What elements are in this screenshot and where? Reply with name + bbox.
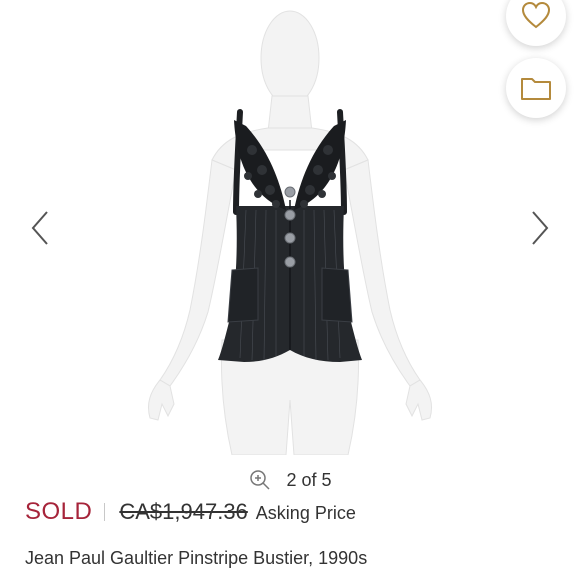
- next-image-button[interactable]: [528, 208, 552, 248]
- heart-outline-icon: [521, 1, 551, 29]
- zoom-button[interactable]: [248, 468, 272, 492]
- previous-image-button[interactable]: [28, 208, 52, 248]
- product-image-gallery: [0, 0, 580, 455]
- listing-title: Jean Paul Gaultier Pinstripe Bustier, 19…: [25, 548, 368, 568]
- price-row: SOLD CA$1,947.36 Asking Price: [25, 498, 356, 526]
- chevron-right-icon: [532, 211, 549, 245]
- original-price: CA$1,947.36: [119, 499, 248, 524]
- product-photo: [147, 10, 433, 455]
- image-counter-row: 2 of 5: [0, 466, 580, 494]
- price-divider: [104, 503, 106, 521]
- folder-icon: [521, 78, 551, 100]
- add-to-collection-button[interactable]: [506, 58, 566, 118]
- chevron-left-icon: [31, 211, 48, 245]
- image-counter: 2 of 5: [286, 469, 332, 490]
- zoom-in-icon: [250, 470, 270, 490]
- sold-status: SOLD: [25, 498, 93, 525]
- asking-price-label: Asking Price: [255, 503, 356, 523]
